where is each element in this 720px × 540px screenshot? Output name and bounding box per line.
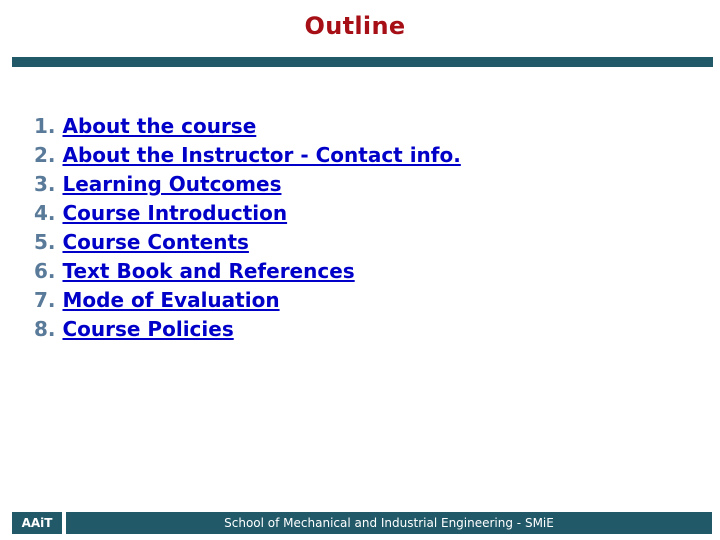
- item-number: 1.: [34, 114, 56, 138]
- item-number: 6.: [34, 259, 56, 283]
- outline-link-about-instructor[interactable]: About the Instructor - Contact info.: [62, 143, 460, 167]
- slide-title: Outline: [304, 12, 406, 40]
- outline-link-textbook-references[interactable]: Text Book and References: [62, 259, 354, 283]
- outline-list: 1. About the course 2. About the Instruc…: [34, 112, 461, 344]
- outline-link-course-contents[interactable]: Course Contents: [62, 230, 248, 254]
- outline-item: 8. Course Policies: [34, 315, 461, 344]
- item-number: 5.: [34, 230, 56, 254]
- item-number: 2.: [34, 143, 56, 167]
- outline-link-about-course[interactable]: About the course: [62, 114, 256, 138]
- item-number: 8.: [34, 317, 56, 341]
- outline-link-course-introduction[interactable]: Course Introduction: [62, 201, 287, 225]
- outline-link-mode-of-evaluation[interactable]: Mode of Evaluation: [62, 288, 279, 312]
- item-number: 7.: [34, 288, 56, 312]
- outline-item: 5. Course Contents: [34, 228, 461, 257]
- outline-item: 3. Learning Outcomes: [34, 170, 461, 199]
- outline-item: 1. About the course: [34, 112, 461, 141]
- title-divider-bar: [12, 57, 713, 67]
- outline-item: 7. Mode of Evaluation: [34, 286, 461, 315]
- footer-institution-label: AAiT: [12, 512, 62, 534]
- outline-item: 4. Course Introduction: [34, 199, 461, 228]
- outline-link-learning-outcomes[interactable]: Learning Outcomes: [62, 172, 281, 196]
- outline-link-course-policies[interactable]: Course Policies: [62, 317, 233, 341]
- outline-item: 6. Text Book and References: [34, 257, 461, 286]
- item-number: 4.: [34, 201, 56, 225]
- outline-item: 2. About the Instructor - Contact info.: [34, 141, 461, 170]
- footer-school-label: School of Mechanical and Industrial Engi…: [66, 512, 712, 534]
- item-number: 3.: [34, 172, 56, 196]
